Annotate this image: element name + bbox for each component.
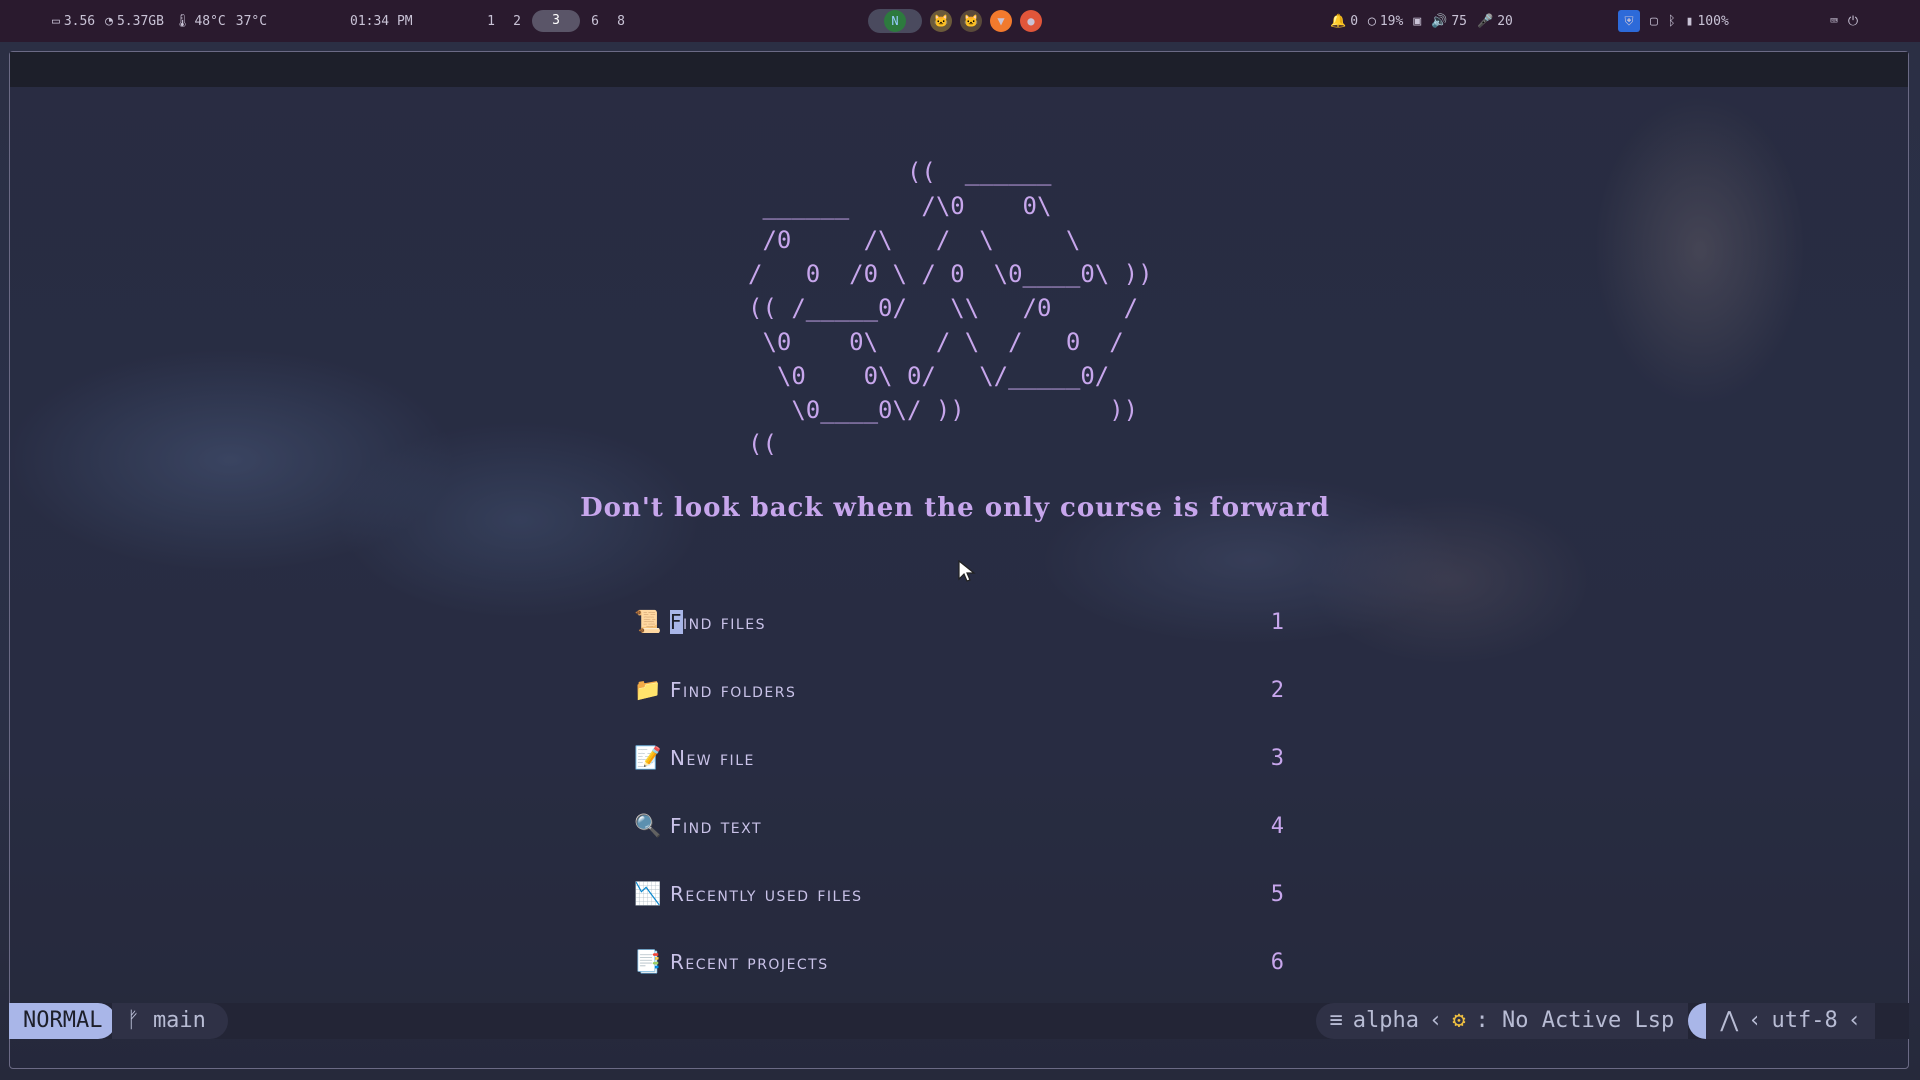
shield-icon[interactable]: ⛨: [1618, 10, 1640, 32]
top-bar: ▭ 3.56 ◔ 5.37GB 🌡 48°C 37°C 01:34 PM 1 2 3 …: [0, 0, 1920, 42]
firefox-icon[interactable]: ●: [1020, 10, 1042, 32]
window-titlebar: [10, 52, 1908, 87]
mouse-cursor-icon: [958, 560, 976, 582]
menu-shortcut: 3: [1270, 745, 1284, 771]
cat-app-icon[interactable]: 🐱: [930, 10, 952, 32]
arch-icon: ⋀: [1720, 1008, 1739, 1033]
memory-icon: ◔: [105, 13, 113, 29]
speaker-icon: 🔊: [1431, 13, 1448, 29]
notifications[interactable]: 🔔 0: [1330, 14, 1358, 29]
clock: 01:34 PM: [350, 13, 413, 29]
dashboard-quote: Don't look back when the only course is …: [580, 493, 1330, 523]
separator-icon: ‹: [1847, 1008, 1861, 1033]
menu-item-find-folders[interactable]: 📁 Find folders 2: [634, 656, 1284, 724]
menu-item-find-text[interactable]: 🔍 Find text 4: [634, 792, 1284, 860]
display-icon: ▣: [1413, 13, 1422, 29]
filetype: alpha: [1352, 1008, 1420, 1033]
statusline-right: ≡ alpha ‹ ⚙ : No Active Lsp ⋀ ‹ utf-8 ‹: [1315, 1003, 1909, 1039]
status-indicators: 🔔 0 ◯ 19% ▣ 🔊 75 🎤 20: [1330, 8, 1513, 34]
temp-stat: 🌡 48°C: [173, 13, 226, 29]
chart-down-icon: 📉: [634, 881, 662, 907]
menu-shortcut: 1: [1270, 609, 1284, 635]
filetype-lsp-section: ≡ alpha ‹ ⚙ : No Active Lsp: [1315, 1003, 1689, 1039]
menu-item-find-files[interactable]: 📜 Find files 1: [634, 588, 1284, 656]
magnifier-icon: 🔍: [634, 813, 662, 839]
system-stats: ▭ 3.56 ◔ 5.37GB 🌡 48°C 37°C: [52, 8, 267, 34]
separator-icon: ‹: [1748, 1008, 1762, 1033]
encoding: utf-8: [1771, 1008, 1838, 1033]
menu-shortcut: 4: [1270, 813, 1284, 839]
workspace-8[interactable]: 8: [610, 14, 632, 29]
taskbar-apps: N 🐱 🐱 ▼ ●: [868, 8, 1042, 34]
statusline: NORMAL ᚠ main ≡ alpha ‹ ⚙ : No Active Ls…: [9, 1003, 1909, 1039]
mic-icon: 🎤: [1477, 13, 1494, 29]
keyboard-icon[interactable]: ⌨: [1830, 14, 1838, 29]
mode-indicator: NORMAL: [9, 1003, 117, 1039]
branch-icon: ᚠ: [126, 1008, 153, 1033]
brightness[interactable]: ◯ 19%: [1368, 14, 1403, 29]
folder-icon: 📁: [634, 677, 662, 703]
battery-icon: ▮: [1685, 13, 1694, 29]
menu-label: Recently used files: [670, 882, 863, 906]
menu-item-new-file[interactable]: 📝 New file 3: [634, 724, 1284, 792]
bell-icon: 🔔: [1330, 13, 1347, 29]
microphone[interactable]: 🎤 20: [1477, 14, 1513, 29]
encoding-section: ⋀ ‹ utf-8 ‹: [1688, 1003, 1875, 1039]
brave-browser-icon[interactable]: ▼: [990, 10, 1012, 32]
menu-shortcut: 5: [1270, 881, 1284, 907]
workspace-2[interactable]: 2: [506, 14, 528, 29]
workspace-switcher: 1 2 3 6 8: [480, 8, 632, 34]
bluetooth-icon[interactable]: ᛒ: [1668, 14, 1676, 29]
menu-label: Find folders: [670, 678, 797, 702]
menu-shortcut: 2: [1270, 677, 1284, 703]
gears-icon: ⚙: [1452, 1008, 1466, 1033]
power-area: ⌨ ⏻: [1830, 8, 1858, 34]
cat-app-2-icon[interactable]: 🐱: [960, 10, 982, 32]
menu-label: New file: [670, 746, 755, 770]
workspace-1[interactable]: 1: [480, 14, 502, 29]
brightness-icon: ◯: [1368, 13, 1376, 29]
bookmark-tabs-icon: 📑: [634, 949, 662, 975]
ascii-art-logo: (( ______ ______ /\0 0\ /0 /\ / \ \ / 0 …: [748, 158, 1153, 458]
menu-label: Recent projects: [670, 950, 829, 974]
temp2-stat: 37°C: [235, 13, 268, 29]
statusline-end: [1875, 1003, 1909, 1039]
workspace-6[interactable]: 6: [584, 14, 606, 29]
battery[interactable]: ▮ 100%: [1686, 14, 1729, 29]
menu-label: Find files: [670, 610, 766, 634]
workspace-3[interactable]: 3: [532, 10, 580, 32]
cpu-stat: ▭ 3.56: [52, 13, 96, 29]
separator-icon: ‹: [1429, 1008, 1443, 1033]
memo-icon: 📝: [634, 745, 662, 771]
power-icon[interactable]: ⏻: [1848, 14, 1858, 29]
menu-label: Find text: [670, 814, 763, 838]
lsp-status: : No Active Lsp: [1475, 1008, 1675, 1033]
scroll-icon: 📜: [634, 609, 662, 635]
menu-item-recent-files[interactable]: 📉 Recently used files 5: [634, 860, 1284, 928]
display-indicator[interactable]: ▣: [1413, 14, 1421, 29]
git-branch: ᚠ main: [112, 1003, 228, 1039]
dashboard-menu: 📜 Find files 1 📁 Find folders 2 📝 New fi…: [634, 588, 1284, 996]
volume[interactable]: 🔊 75: [1431, 14, 1467, 29]
neovim-icon: N: [884, 10, 906, 32]
lines-icon: ≡: [1329, 1008, 1343, 1033]
neovim-app[interactable]: N: [868, 9, 922, 33]
menu-shortcut: 6: [1270, 949, 1284, 975]
thermometer-icon: 🌡: [173, 13, 191, 29]
cpu-icon: ▭: [52, 13, 60, 29]
window-icon[interactable]: ▢: [1650, 14, 1658, 29]
mem-stat: ◔ 5.37GB: [105, 13, 164, 29]
tray: ⛨ ▢ ᛒ ▮ 100%: [1618, 8, 1729, 34]
menu-item-recent-projects[interactable]: 📑 Recent projects 6: [634, 928, 1284, 996]
